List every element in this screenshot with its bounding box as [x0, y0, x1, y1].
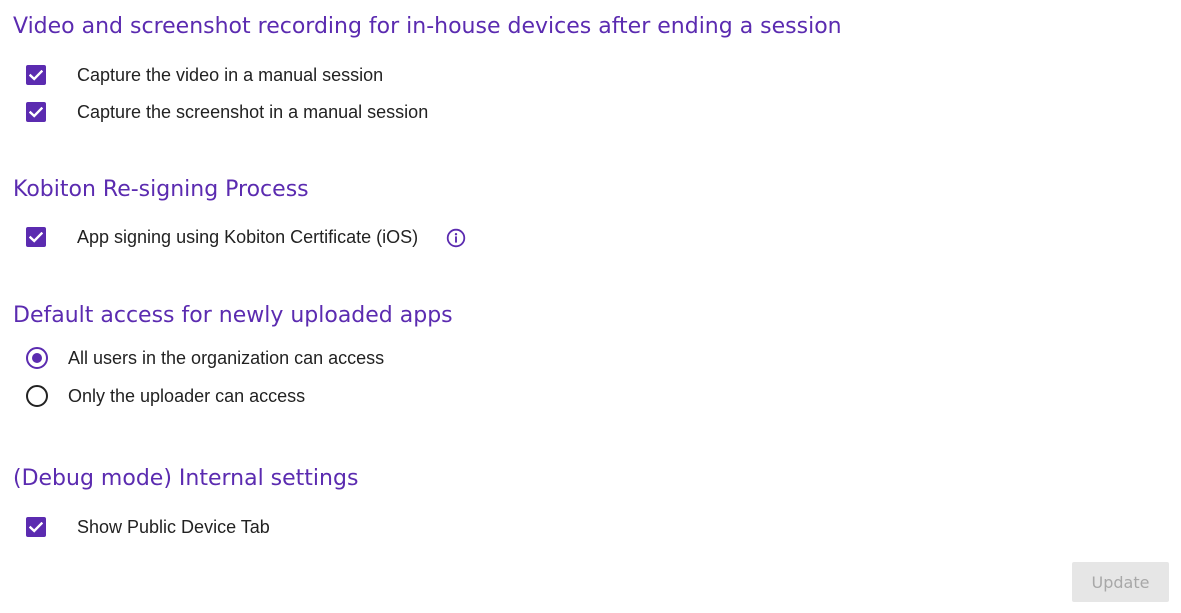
capture-video-label: Capture the video in a manual session	[77, 64, 384, 85]
update-button[interactable]: Update	[1072, 562, 1169, 602]
show-public-device-tab-checkbox[interactable]	[26, 517, 46, 537]
access-all-users-label: All users in the organization can access	[68, 347, 385, 368]
capture-screenshot-label: Capture the screenshot in a manual sessi…	[77, 101, 429, 122]
access-all-users-radio[interactable]	[26, 347, 48, 369]
recording-section-title: Video and screenshot recording for in-ho…	[13, 14, 842, 39]
debug-section-title: (Debug mode) Internal settings	[13, 466, 359, 491]
app-signing-checkbox[interactable]	[26, 227, 46, 247]
app-signing-label: App signing using Kobiton Certificate (i…	[77, 226, 419, 247]
checkmark-icon	[29, 231, 43, 243]
access-all-users-option[interactable]: All users in the organization can access	[26, 346, 384, 370]
checkmark-icon	[29, 106, 43, 118]
capture-screenshot-option[interactable]: Capture the screenshot in a manual sessi…	[26, 100, 428, 124]
access-uploader-only-label: Only the uploader can access	[68, 385, 306, 406]
show-public-device-tab-label: Show Public Device Tab	[77, 516, 270, 537]
app-signing-option[interactable]: App signing using Kobiton Certificate (i…	[26, 225, 418, 249]
access-uploader-only-radio[interactable]	[26, 385, 48, 407]
capture-screenshot-checkbox[interactable]	[26, 102, 46, 122]
access-uploader-only-option[interactable]: Only the uploader can access	[26, 384, 305, 408]
capture-video-checkbox[interactable]	[26, 65, 46, 85]
show-public-device-tab-option[interactable]: Show Public Device Tab	[26, 515, 270, 539]
radio-selected-dot	[32, 353, 42, 363]
info-icon[interactable]	[446, 228, 466, 248]
access-section-title: Default access for newly uploaded apps	[13, 303, 453, 328]
checkmark-icon	[29, 69, 43, 81]
resigning-section-title: Kobiton Re-signing Process	[13, 177, 309, 202]
capture-video-option[interactable]: Capture the video in a manual session	[26, 63, 383, 87]
checkmark-icon	[29, 521, 43, 533]
